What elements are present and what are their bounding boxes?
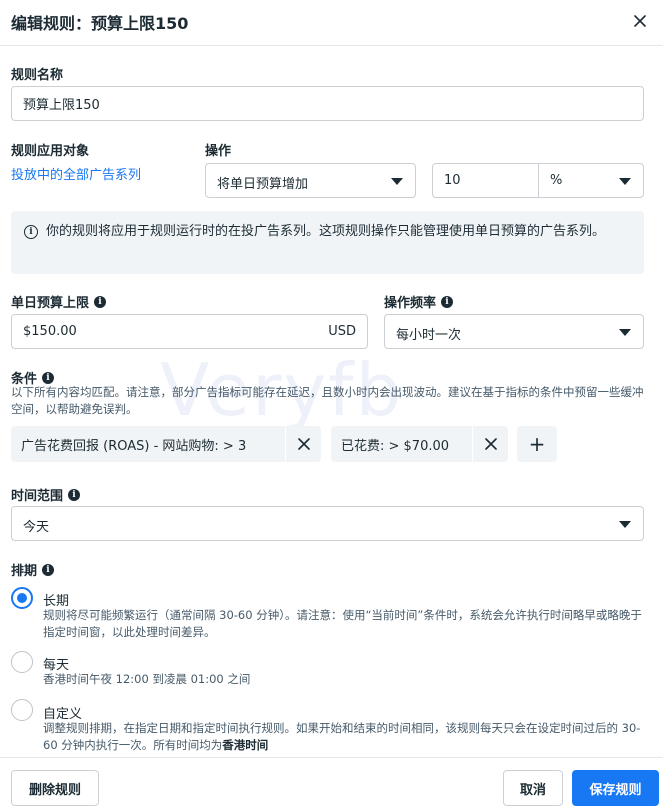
- info-icon[interactable]: i: [94, 295, 107, 308]
- time-range-label: 时间范围 i: [11, 485, 81, 504]
- time-range-value: 今天: [23, 520, 50, 535]
- close-icon: [484, 438, 497, 450]
- chevron-down-icon: [619, 178, 631, 185]
- schedule-option-desc: 香港时间午夜 12:00 到凌晨 01:00 之间: [43, 672, 251, 686]
- info-icon[interactable]: i: [68, 488, 81, 501]
- action-frequency-select[interactable]: 每小时一次: [384, 314, 644, 349]
- dialog-header: 编辑规则：预算上限150: [0, 0, 663, 46]
- plus-icon: +: [528, 432, 546, 456]
- notice-text: 你的规则将应用于规则运行时的在投广告系列。这项规则操作只能管理使用单日预算的广告…: [46, 224, 606, 239]
- cancel-button[interactable]: 取消: [503, 770, 563, 806]
- schedule-radio-daily[interactable]: [11, 651, 33, 673]
- schedule-label: 排期 i: [11, 560, 55, 579]
- info-icon[interactable]: i: [42, 563, 55, 576]
- action-unit-value: %: [550, 173, 563, 188]
- time-range-select[interactable]: 今天: [11, 506, 644, 541]
- action-label: 操作: [205, 144, 232, 159]
- save-rule-button[interactable]: 保存规则: [572, 770, 659, 806]
- currency-label: USD: [328, 324, 356, 339]
- action-frequency-label: 操作频率 i: [384, 292, 454, 311]
- schedule-option-desc: 调整规则排期，在指定日期和指定时间执行规则。如果开始和结束的时间相同，该规则每天…: [43, 721, 641, 752]
- daily-budget-cap-input[interactable]: $150.00 USD: [11, 314, 368, 349]
- chevron-down-icon: [619, 329, 631, 336]
- close-button[interactable]: [627, 8, 653, 34]
- action-frequency-value: 每小时一次: [396, 328, 462, 343]
- chevron-down-icon: [619, 521, 631, 528]
- close-icon: [634, 15, 646, 27]
- schedule-radio-custom[interactable]: [11, 699, 33, 721]
- rule-name-label: 规则名称: [11, 68, 64, 83]
- action-type-select[interactable]: 将单日预算增加: [205, 163, 416, 198]
- condition-chip[interactable]: 广告花费回报 (ROAS) - 网站购物: > 3: [11, 426, 321, 462]
- action-unit-select[interactable]: %: [538, 163, 644, 198]
- schedule-option-desc: 规则将尽可能频繁运行（通常间隔 30-60 分钟）。请注意：使用“当前时间”条件…: [43, 608, 642, 639]
- action-amount-input[interactable]: 10: [432, 163, 539, 198]
- action-type-value: 将单日预算增加: [217, 177, 309, 192]
- apply-target-link[interactable]: 投放中的全部广告系列: [11, 164, 141, 183]
- daily-budget-cap-label: 单日预算上限 i: [11, 292, 107, 311]
- info-icon[interactable]: i: [42, 371, 55, 384]
- dialog-title: 编辑规则：预算上限150: [11, 14, 189, 33]
- info-icon[interactable]: i: [441, 295, 454, 308]
- dialog-footer: 删除规则 取消 保存规则: [0, 757, 663, 812]
- condition-text: 广告花费回报 (ROAS) - 网站购物: > 3: [21, 438, 247, 454]
- close-icon: [297, 438, 310, 450]
- budget-value: $150.00: [23, 324, 77, 339]
- rule-name-input[interactable]: 预算上限150: [11, 86, 644, 121]
- remove-condition-button[interactable]: [285, 426, 321, 462]
- timezone-bold: 香港时间: [222, 738, 269, 752]
- info-notice: i 你的规则将应用于规则运行时的在投广告系列。这项规则操作只能管理使用单日预算的…: [11, 211, 644, 274]
- condition-chip[interactable]: 已花费: > $70.00: [331, 426, 508, 462]
- schedule-radio-continuous[interactable]: [11, 587, 33, 609]
- remove-condition-button[interactable]: [472, 426, 508, 462]
- info-icon: i: [24, 225, 38, 239]
- conditions-description: 以下所有内容均匹配。请注意，部分广告指标可能存在延迟，且数小时内会出现波动。建议…: [11, 385, 644, 416]
- chevron-down-icon: [391, 178, 403, 185]
- delete-rule-button[interactable]: 删除规则: [11, 770, 99, 806]
- condition-text: 已花费: > $70.00: [341, 438, 450, 454]
- add-condition-button[interactable]: +: [517, 426, 557, 462]
- apply-target-label: 规则应用对象: [11, 144, 90, 159]
